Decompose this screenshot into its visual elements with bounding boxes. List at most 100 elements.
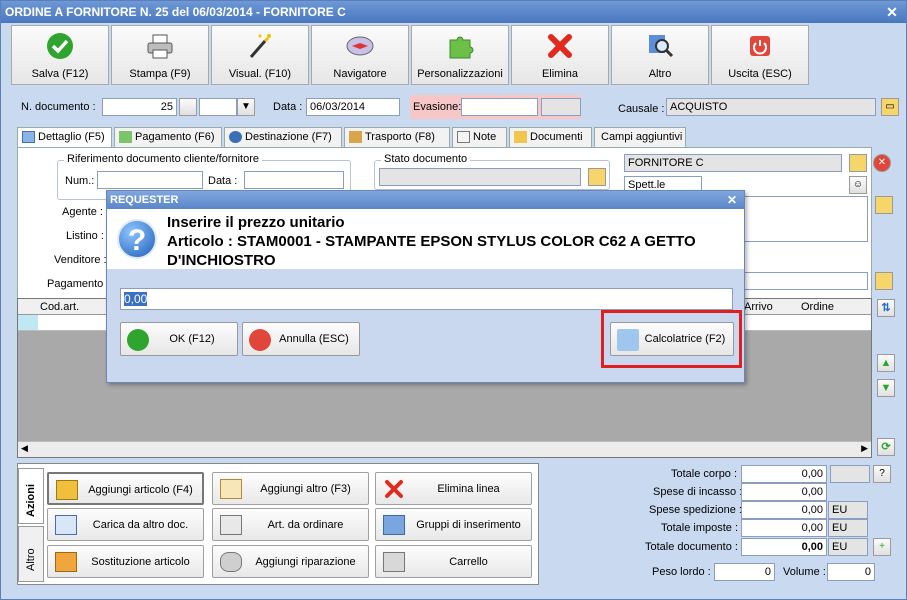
- price-input[interactable]: 0,00: [120, 288, 733, 310]
- date-field[interactable]: 06/03/2014: [306, 98, 400, 116]
- fornitore-field[interactable]: FORNITORE C: [624, 154, 842, 172]
- articles-to-order-label: Art. da ordinare: [267, 519, 344, 531]
- load-from-doc-button[interactable]: Carica da altro doc.: [47, 508, 204, 541]
- tab-azioni[interactable]: Azioni: [18, 468, 44, 524]
- check-icon: [47, 33, 73, 59]
- totale-documento-label: Totale documento :: [645, 541, 738, 553]
- tab-trasporto[interactable]: Trasporto (F8): [344, 127, 450, 147]
- tab-destinazione[interactable]: Destinazione (F7): [224, 127, 342, 147]
- add-repair-button[interactable]: Aggiungi riparazione: [212, 545, 369, 578]
- ndoc-suffix-button[interactable]: [179, 98, 197, 116]
- calculator-button[interactable]: Calcolatrice (F2): [610, 322, 734, 356]
- cart-button[interactable]: Carrello: [375, 545, 532, 578]
- folder-icon: ▭: [885, 101, 895, 112]
- volume-field[interactable]: 0: [827, 563, 875, 581]
- order-article-icon: [220, 515, 242, 535]
- tab-dettaglio[interactable]: Dettaglio (F5): [17, 127, 112, 148]
- move-row-up-button[interactable]: ▲: [877, 354, 895, 372]
- exit-button[interactable]: Uscita (ESC): [711, 25, 809, 85]
- customizations-button[interactable]: Personalizzazioni: [411, 25, 509, 85]
- totale-corpo-label: Totale corpo :: [671, 468, 738, 480]
- evasione-extra-field[interactable]: [541, 98, 581, 116]
- add-other-button[interactable]: Aggiungi altro (F3): [212, 472, 369, 505]
- fornitore-folder-button[interactable]: [849, 154, 867, 172]
- pagamento-folder-button[interactable]: [875, 272, 893, 290]
- refresh-icon: ⟳: [881, 441, 891, 453]
- col-cod-art[interactable]: Cod.art.: [40, 301, 79, 313]
- plus-icon: +: [879, 541, 885, 552]
- insert-groups-button[interactable]: Gruppi di inserimento: [375, 508, 532, 541]
- help-button[interactable]: ?: [873, 465, 891, 483]
- documento-currency: EU: [828, 538, 868, 556]
- rif-data-field[interactable]: [244, 171, 344, 189]
- move-up-blue-button[interactable]: ⇅: [877, 299, 895, 317]
- printer-icon: [147, 34, 173, 59]
- articles-to-order-button[interactable]: Art. da ordinare: [212, 508, 369, 541]
- delete-line-button[interactable]: Elimina linea: [375, 472, 532, 505]
- navigator-button[interactable]: Navigatore: [311, 25, 409, 85]
- folder-icon: [514, 131, 527, 143]
- dialog-close-icon[interactable]: ✕: [727, 191, 737, 209]
- other-button[interactable]: Altro: [611, 25, 709, 85]
- listino-label: Listino :: [66, 230, 104, 242]
- preview-button[interactable]: Visual. (F10): [211, 25, 309, 85]
- print-button[interactable]: Stampa (F9): [111, 25, 209, 85]
- spedizione-currency: EU: [828, 501, 868, 519]
- causale-field[interactable]: ACQUISTO: [666, 98, 876, 116]
- power-icon: [750, 36, 770, 56]
- person-icon: ☺: [852, 179, 864, 190]
- note-icon: [457, 131, 470, 143]
- col-ordine[interactable]: Ordine: [801, 301, 834, 313]
- scroll-left-icon[interactable]: ◀: [21, 443, 28, 454]
- ok-button[interactable]: OK (F12): [120, 322, 238, 356]
- tab-altro[interactable]: Altro: [18, 526, 44, 582]
- close-icon[interactable]: ✕: [884, 4, 900, 20]
- evasione-field[interactable]: [461, 98, 538, 116]
- totale-imposte-field: 0,00: [741, 519, 827, 537]
- add-totals-button[interactable]: +: [873, 538, 891, 556]
- num-label: Num.:: [65, 175, 95, 187]
- compass-icon: [346, 36, 374, 56]
- tab-pagamento-label: Pagamento (F6): [135, 131, 215, 143]
- add-article-button[interactable]: Aggiungi articolo (F4): [47, 472, 204, 505]
- row-selector[interactable]: [18, 315, 38, 330]
- imposte-currency: EU: [828, 519, 868, 537]
- venditore-label: Venditore :: [54, 254, 107, 266]
- fornitore-remove-button[interactable]: ✕: [873, 154, 891, 172]
- stato-field[interactable]: [379, 168, 581, 186]
- ndoc-series-select[interactable]: [199, 98, 237, 116]
- address-folder-button[interactable]: [875, 196, 893, 214]
- stato-folder-button[interactable]: [588, 168, 606, 186]
- refresh-grid-button[interactable]: ⟳: [877, 438, 895, 456]
- requester-dialog: REQUESTER ✕ ? Inserire il prezzo unitari…: [106, 190, 745, 383]
- scroll-right-icon[interactable]: ▶: [861, 443, 868, 454]
- num-field[interactable]: [97, 171, 203, 189]
- spese-incasso-field[interactable]: 0,00: [741, 483, 827, 501]
- col-arrivo[interactable]: Arrivo: [744, 301, 773, 313]
- causale-folder-button[interactable]: ▭: [881, 98, 899, 116]
- save-label: Salva (F12): [31, 68, 89, 80]
- delete-button[interactable]: Elimina: [511, 25, 609, 85]
- person-search-button[interactable]: ☺: [849, 176, 867, 194]
- save-button[interactable]: Salva (F12): [11, 25, 109, 85]
- check-icon: [127, 329, 149, 351]
- cancel-icon: [249, 329, 271, 351]
- ndoc-field[interactable]: 25: [102, 98, 177, 116]
- replace-article-button[interactable]: Sostituzione articolo: [47, 545, 204, 578]
- tab-pagamento[interactable]: Pagamento (F6): [114, 127, 222, 147]
- cancel-button[interactable]: Annulla (ESC): [242, 322, 360, 356]
- peso-lordo-field[interactable]: 0: [714, 563, 775, 581]
- series-dropdown-button[interactable]: ▼: [237, 98, 255, 116]
- delete-line-icon: [385, 480, 403, 498]
- spese-spedizione-field[interactable]: 0,00: [741, 501, 827, 519]
- tab-note[interactable]: Note: [452, 127, 507, 147]
- grid-hscrollbar[interactable]: ◀ ▶: [18, 441, 871, 457]
- magnifier-icon: [649, 35, 674, 58]
- tab-trasporto-label: Trasporto (F8): [365, 131, 435, 143]
- ndoc-label: N. documento :: [21, 101, 96, 113]
- tab-campi-aggiuntivi[interactable]: Campi aggiuntivi: [594, 127, 686, 147]
- dialog-title: REQUESTER: [110, 194, 179, 206]
- move-row-down-button[interactable]: ▼: [877, 379, 895, 397]
- tab-documenti[interactable]: Documenti: [509, 127, 592, 147]
- agente-label: Agente :: [62, 206, 103, 218]
